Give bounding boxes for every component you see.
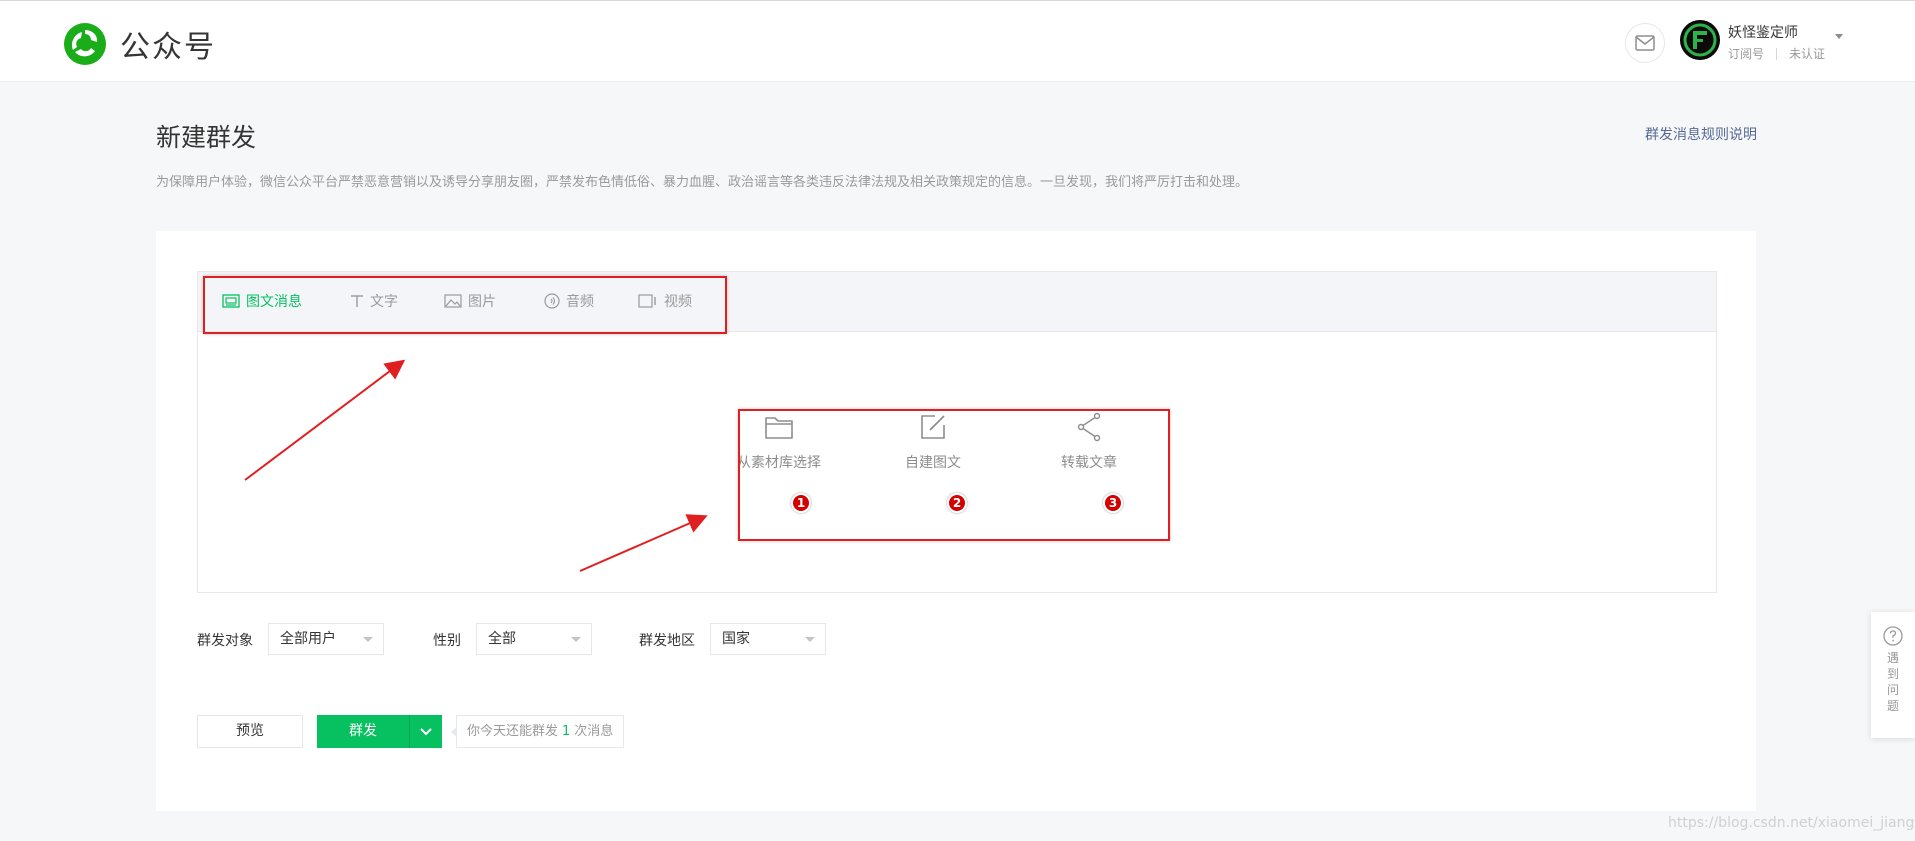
tabs-annotation-box [203,276,727,334]
gender-select[interactable]: 全部 [476,623,592,655]
quota-suffix: 次消息 [574,724,614,739]
page-title: 新建群发 [156,123,257,152]
options-annotation-box [738,409,1170,541]
account-meta: 订阅号 未认证 [1728,45,1825,62]
logo[interactable]: 公众号 [62,21,216,67]
wechat-mp-logo-icon [64,23,106,65]
help-label: 遇到问题 [1886,651,1899,713]
quota-tip: 你今天还能群发 1 次消息 [450,715,625,748]
meta-divider [1776,47,1778,60]
quota-count: 1 [562,724,571,739]
chevron-down-icon [420,727,432,735]
mail-icon [1635,35,1655,51]
chevron-down-icon [571,637,581,642]
preview-button[interactable]: 预览 [197,715,303,748]
notice-text: 为保障用户体验，微信公众平台严禁恶意营销以及诱导分享朋友圈，严禁发布色情低俗、暴… [156,175,1249,190]
send-options-button[interactable] [409,715,442,748]
region-value: 国家 [722,631,750,647]
question-icon [1883,626,1903,646]
account-type: 订阅号 [1728,47,1765,61]
verify-status: 未认证 [1789,47,1826,61]
quota-prefix: 你今天还能群发 [467,724,559,739]
message-editor: 图文消息 文字 图片 音频 视频 从素材库选择 自建图文 转载文章 1 2 3 [197,271,1717,593]
watermark: https://blog.csdn.net/xiaomei_jiang [1668,815,1915,831]
avatar-image [1680,20,1720,60]
gender-label: 性别 [433,633,461,649]
brand-title: 公众号 [120,30,216,65]
message-button[interactable] [1625,23,1665,63]
mass-send-card: 图文消息 文字 图片 音频 视频 从素材库选择 自建图文 转载文章 1 2 3 … [156,231,1756,811]
account-dropdown-caret-icon[interactable] [1835,34,1843,39]
gender-value: 全部 [488,631,516,647]
target-select[interactable]: 全部用户 [268,623,384,655]
chevron-down-icon [805,637,815,642]
send-button[interactable]: 群发 [317,715,409,748]
region-label: 群发地区 [639,633,695,649]
account-name[interactable]: 妖怪鉴定师 [1728,22,1798,42]
target-label: 群发对象 [197,633,253,649]
rules-link[interactable]: 群发消息规则说明 [1645,124,1757,144]
region-select[interactable]: 国家 [710,623,826,655]
chevron-down-icon [363,637,373,642]
target-value: 全部用户 [280,631,336,647]
avatar[interactable] [1680,20,1720,60]
help-side-tab[interactable]: 遇到问题 [1871,612,1915,738]
top-header: 公众号 妖怪鉴定师 订阅号 未认证 [0,0,1915,82]
